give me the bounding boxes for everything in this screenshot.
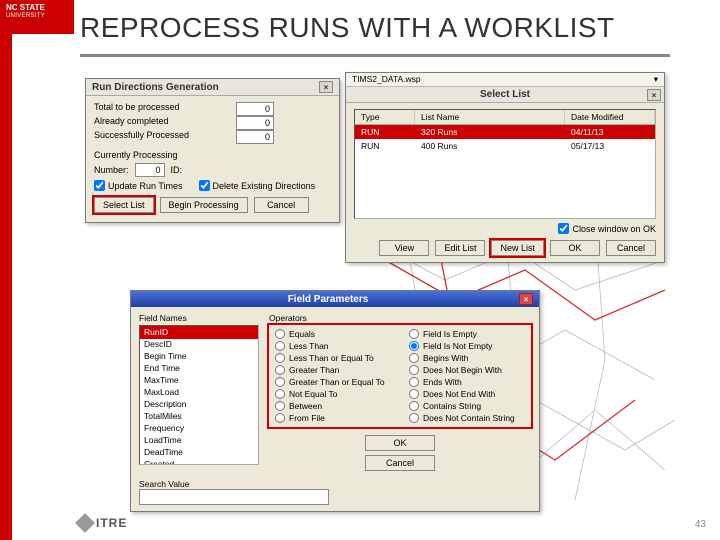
list-item[interactable]: Description <box>140 398 258 410</box>
itre-text: ITRE <box>96 516 127 530</box>
number-value: 0 <box>135 163 165 177</box>
brand-text: NC STATE <box>6 4 68 13</box>
op-radio[interactable]: Begins With <box>409 353 525 363</box>
field-parameters-titlebar: Field Parameters × <box>131 291 539 307</box>
row-type: RUN <box>355 125 415 139</box>
total-value: 0 <box>236 102 274 116</box>
op-radio[interactable]: Contains String <box>409 401 525 411</box>
row-date: 04/11/13 <box>565 125 655 139</box>
update-run-times-checkbox[interactable]: Update Run Times <box>94 180 183 191</box>
list-item[interactable]: Created <box>140 458 258 465</box>
ok-button[interactable]: OK <box>365 435 435 451</box>
row-type: RUN <box>355 139 415 153</box>
op-radio[interactable]: Greater Than <box>275 365 391 375</box>
list-item[interactable]: RunID <box>140 326 258 338</box>
already-value: 0 <box>236 116 274 130</box>
brand-block: NC STATE UNIVERSITY <box>0 0 74 34</box>
search-value-label: Search Value <box>139 479 531 489</box>
op-radio[interactable]: Does Not Begin With <box>409 365 525 375</box>
delete-directions-checkbox[interactable]: Delete Existing Directions <box>199 180 316 191</box>
brand-stripe <box>0 0 12 540</box>
ok-button[interactable]: OK <box>550 240 600 256</box>
page-number: 43 <box>695 519 706 530</box>
field-parameters-title: Field Parameters <box>288 294 369 305</box>
op-radio[interactable]: Does Not Contain String <box>409 413 525 423</box>
op-radio[interactable]: Field Is Empty <box>409 329 525 339</box>
row-name: 400 Runs <box>415 139 565 153</box>
list-item[interactable]: End Time <box>140 362 258 374</box>
list-item[interactable]: LoadTime <box>140 434 258 446</box>
select-list-table: Type List Name Date Modified RUN 320 Run… <box>354 109 656 219</box>
row-date: 05/17/13 <box>565 139 655 153</box>
op-radio[interactable]: Equals <box>275 329 391 339</box>
list-item[interactable]: TotalMiles <box>140 410 258 422</box>
operators-group: Equals Field Is Empty Less Than Field Is… <box>269 325 531 427</box>
wsp-filename: TIMS2_DATA.wsp <box>352 74 421 85</box>
close-icon[interactable]: × <box>647 89 661 101</box>
page-title: REPROCESS RUNS WITH A WORKLIST <box>80 12 615 44</box>
close-icon[interactable]: × <box>319 81 333 93</box>
cancel-button[interactable]: Cancel <box>365 455 435 471</box>
cancel-button[interactable]: Cancel <box>254 197 309 213</box>
close-icon[interactable]: × <box>519 293 533 305</box>
op-radio[interactable]: Not Equal To <box>275 389 391 399</box>
op-radio[interactable]: Does Not End With <box>409 389 525 399</box>
select-list-button[interactable]: Select List <box>94 197 154 213</box>
cancel-button[interactable]: Cancel <box>606 240 656 256</box>
close-on-ok-checkbox[interactable]: Close window on OK <box>354 223 656 234</box>
new-list-button[interactable]: New List <box>491 240 544 256</box>
op-radio[interactable]: Ends With <box>409 377 525 387</box>
diamond-icon <box>75 513 95 533</box>
table-row[interactable]: RUN 320 Runs 04/11/13 <box>355 125 655 139</box>
view-button[interactable]: View <box>379 240 429 256</box>
already-label: Already completed <box>94 116 169 130</box>
list-item[interactable]: Begin Time <box>140 350 258 362</box>
op-radio[interactable]: Field Is Not Empty <box>409 341 525 351</box>
update-run-times-label: Update Run Times <box>108 181 183 191</box>
run-directions-dialog: Run Directions Generation × Total to be … <box>85 78 340 223</box>
run-directions-titlebar: Run Directions Generation × <box>86 79 339 96</box>
col-date[interactable]: Date Modified <box>565 110 655 124</box>
total-label: Total to be processed <box>94 102 180 116</box>
begin-processing-button[interactable]: Begin Processing <box>160 197 248 213</box>
title-rule <box>80 54 670 57</box>
field-names-listbox[interactable]: RunID DescID Begin Time End Time MaxTime… <box>139 325 259 465</box>
delete-directions-label: Delete Existing Directions <box>213 181 316 191</box>
close-on-ok-label: Close window on OK <box>572 224 656 234</box>
brand-subtext: UNIVERSITY <box>6 13 68 20</box>
field-names-label: Field Names <box>139 313 259 323</box>
col-name[interactable]: List Name <box>415 110 565 124</box>
op-radio[interactable]: Greater Than or Equal To <box>275 377 391 387</box>
list-item[interactable]: MaxTime <box>140 374 258 386</box>
edit-list-button[interactable]: Edit List <box>435 240 485 256</box>
success-value: 0 <box>236 130 274 144</box>
operators-label: Operators <box>269 313 531 323</box>
op-radio[interactable]: Less Than or Equal To <box>275 353 391 363</box>
run-directions-title: Run Directions Generation <box>92 82 219 93</box>
wsp-tool-icon: ▾ <box>654 74 658 85</box>
currently-heading: Currently Processing <box>94 150 331 160</box>
success-label: Successfully Processed <box>94 130 189 144</box>
op-radio[interactable]: Between <box>275 401 391 411</box>
search-value-input[interactable] <box>139 489 329 505</box>
list-item[interactable]: Frequency <box>140 422 258 434</box>
row-name: 320 Runs <box>415 125 565 139</box>
list-item[interactable]: DeadTime <box>140 446 258 458</box>
number-label: Number: <box>94 165 129 175</box>
itre-logo: ITRE <box>78 516 127 530</box>
col-type[interactable]: Type <box>355 110 415 124</box>
list-item[interactable]: DescID <box>140 338 258 350</box>
list-item[interactable]: MaxLoad <box>140 386 258 398</box>
op-radio[interactable]: Less Than <box>275 341 391 351</box>
select-list-title: Select List <box>480 89 530 100</box>
id-label: ID: <box>171 165 183 175</box>
table-row[interactable]: RUN 400 Runs 05/17/13 <box>355 139 655 153</box>
op-radio[interactable]: From File <box>275 413 391 423</box>
select-list-dialog: TIMS2_DATA.wsp ▾ Select List × Type List… <box>345 72 665 263</box>
field-parameters-dialog: Field Parameters × Field Names RunID Des… <box>130 290 540 512</box>
